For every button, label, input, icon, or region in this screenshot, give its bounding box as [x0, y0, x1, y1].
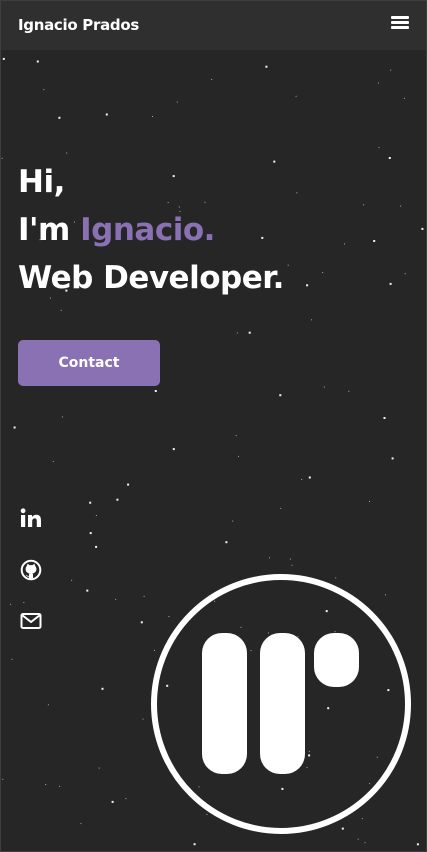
- contact-button[interactable]: Contact: [18, 340, 160, 386]
- star: [369, 500, 370, 502]
- hamburger-menu-icon[interactable]: [391, 15, 411, 31]
- star: [348, 390, 350, 392]
- ip-monogram-logo: [151, 574, 411, 834]
- star: [193, 843, 196, 846]
- star: [391, 457, 394, 460]
- star: [248, 331, 251, 334]
- star: [154, 390, 157, 392]
- star: [36, 60, 39, 63]
- star: [71, 579, 73, 581]
- star: [89, 532, 92, 535]
- star: [421, 227, 424, 230]
- hero-role: Web Developer.: [18, 260, 284, 296]
- star: [66, 152, 68, 154]
- star: [238, 455, 239, 457]
- star: [308, 476, 311, 479]
- star: [377, 82, 379, 84]
- star: [143, 595, 145, 597]
- brand-link[interactable]: Ignacio Prados: [18, 16, 139, 34]
- star: [416, 843, 419, 846]
- star: [115, 598, 117, 600]
- star: [323, 386, 325, 388]
- star: [95, 515, 97, 516]
- star: [357, 838, 359, 840]
- star: [47, 704, 49, 706]
- star: [211, 79, 213, 80]
- star: [235, 435, 237, 437]
- star: [80, 823, 82, 825]
- star: [1, 157, 3, 159]
- hero-intro: I'm Ignacio.: [18, 206, 284, 254]
- star: [389, 282, 392, 285]
- github-icon[interactable]: [18, 557, 44, 583]
- star: [60, 309, 62, 311]
- star: [279, 394, 282, 397]
- star: [140, 621, 143, 624]
- star: [306, 284, 309, 287]
- star: [89, 501, 92, 504]
- star: [10, 603, 12, 605]
- star: [296, 192, 298, 194]
- star: [116, 498, 119, 501]
- star: [86, 589, 89, 592]
- star: [45, 784, 47, 785]
- star: [400, 205, 402, 207]
- star: [2, 57, 5, 60]
- star: [98, 767, 100, 769]
- star: [403, 97, 405, 99]
- star: [383, 417, 386, 419]
- star: [61, 416, 63, 418]
- star: [289, 558, 291, 560]
- star: [176, 101, 178, 103]
- star: [127, 483, 130, 486]
- star: [388, 157, 391, 159]
- star: [363, 204, 365, 206]
- star: [52, 460, 54, 462]
- star: [11, 658, 13, 660]
- star: [152, 116, 153, 117]
- hero-name: Ignacio.: [80, 212, 215, 248]
- star: [225, 541, 228, 544]
- hero-greeting: Hi,: [18, 164, 65, 200]
- star: [142, 718, 144, 720]
- star: [59, 785, 61, 787]
- linkedin-icon[interactable]: [18, 506, 44, 532]
- page: Ignacio Prados Hi, I'm Ignacio. Web Deve…: [0, 0, 427, 852]
- star: [2, 778, 4, 780]
- star: [125, 798, 127, 800]
- star: [364, 842, 366, 844]
- mail-icon[interactable]: [18, 608, 44, 634]
- star: [291, 564, 293, 566]
- star: [236, 332, 238, 334]
- star: [404, 273, 406, 275]
- star: [13, 426, 16, 429]
- social-links: [18, 506, 44, 659]
- star: [295, 95, 297, 97]
- navbar: Ignacio Prados: [1, 1, 426, 50]
- star: [301, 479, 303, 480]
- star: [280, 507, 282, 509]
- star: [232, 520, 234, 522]
- star: [378, 147, 380, 149]
- hero-intro-prefix: I'm: [18, 212, 70, 248]
- star: [172, 448, 175, 451]
- star: [373, 240, 376, 242]
- star: [101, 687, 104, 690]
- star: [344, 243, 345, 245]
- star: [58, 116, 61, 119]
- star: [95, 545, 98, 548]
- star: [265, 65, 268, 68]
- hero-heading: Hi, I'm Ignacio. Web Developer.: [18, 158, 284, 302]
- star: [322, 272, 324, 273]
- star: [287, 264, 289, 266]
- star: [43, 89, 45, 91]
- star: [105, 113, 108, 116]
- star: [269, 557, 270, 559]
- star: [111, 800, 114, 803]
- star: [311, 319, 313, 321]
- star: [390, 69, 392, 71]
